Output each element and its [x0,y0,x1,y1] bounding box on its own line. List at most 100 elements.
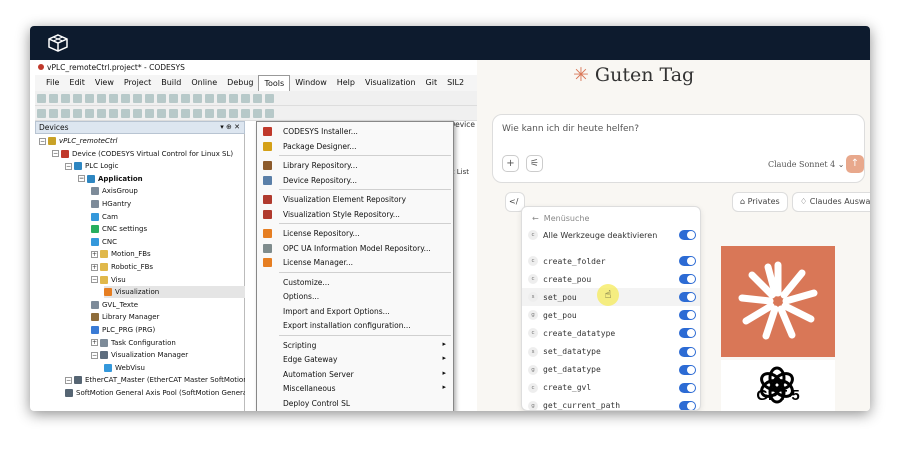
tool-toggle[interactable] [679,256,696,266]
tree-item[interactable]: − PLC Logic [65,160,119,172]
tool-row-create-folder[interactable]: c create_folder [522,252,700,270]
tools-menu-item[interactable]: Visualization Element Repository [257,192,453,206]
tree-item[interactable]: AxisGroup [91,185,138,197]
tree-item[interactable]: − vPLC_remoteCtrl [39,135,117,147]
tool-toggle[interactable] [679,400,696,410]
tree-item[interactable]: − Application [78,173,143,185]
tools-search[interactable]: ← Menüsuche [532,214,589,223]
tree-item[interactable]: Cam [91,211,118,223]
tree-item[interactable]: − Device (CODESYS Virtual Control for Lin… [52,148,233,160]
tree-item[interactable]: Library Manager [91,311,159,323]
model-selector[interactable]: Claude Sonnet 4 ⌄ [768,160,844,169]
tree-node-icon [91,200,99,208]
menu-help[interactable]: Help [332,75,360,91]
tool-row-create-gvl[interactable]: c create_gvl [522,379,700,397]
tools-menu-item[interactable]: Scripting ▸ [257,338,453,352]
tools-menu-item[interactable]: Automation Server ▸ [257,367,453,381]
tools-menu-item[interactable]: Visualization Style Repository... [257,207,453,221]
tools-menu-item[interactable]: License Repository... [257,226,453,240]
tools-menu-item[interactable]: Export installation configuration... [257,318,453,332]
menu-view[interactable]: View [90,75,119,91]
panel-controls[interactable]: ▾ ⊕ ✕ [220,123,240,131]
tools-menu-item[interactable]: Deploy Control SL [257,396,453,410]
tools-menu-item[interactable]: Options... [257,289,453,303]
chip-claudes-auswahl[interactable]: ♢ Claudes Auswahl [792,192,870,212]
tools-menu-item[interactable]: Package Designer... [257,139,453,153]
tree-item[interactable]: − EtherCAT_Master (EtherCAT Master SoftMo… [65,374,250,386]
tool-toggle[interactable] [679,364,696,375]
send-button[interactable]: ↑ [846,155,864,173]
add-attachment-button[interactable]: + [502,155,519,172]
tool-toggle[interactable] [679,310,696,321]
menu-visualization[interactable]: Visualization [360,75,421,91]
expand-icon[interactable]: + [91,339,98,347]
tree-item[interactable]: + Robotic_FBs [91,261,153,273]
tools-popup: ← Menüsuche c Alle Werkzeuge deaktiviere… [521,206,701,411]
greeting-text: Guten Tag [594,64,695,86]
window-title: vPLC_remoteCtrl.project* - CODESYS [47,63,185,72]
collapse-icon[interactable]: − [91,276,98,284]
tools-menu-item[interactable]: Import and Export Options... [257,304,453,318]
menu-window[interactable]: Window [290,75,332,91]
disable-all-tools-row[interactable]: c Alle Werkzeuge deaktivieren [522,226,700,244]
tools-menu-item[interactable]: Customize... [257,275,453,289]
collapse-icon[interactable]: − [52,150,59,158]
tree-item[interactable]: − Visu [91,274,126,286]
menu-debug[interactable]: Debug [222,75,258,91]
collapse-icon[interactable]: − [65,162,72,170]
tools-menu-item[interactable]: Miscellaneous ▸ [257,381,453,395]
expand-icon[interactable]: + [91,250,98,258]
collapse-icon[interactable]: − [91,351,98,359]
chip-privates[interactable]: ⌂ Privates [732,192,788,212]
tree-item[interactable]: Visualization [104,286,245,299]
tree-item[interactable]: PLC_PRG (PRG) [91,324,155,336]
menu-git[interactable]: Git [421,75,443,91]
chat-input-placeholder[interactable]: Wie kann ich dir heute helfen? [502,124,639,134]
menu-build[interactable]: Build [156,75,186,91]
tree-item[interactable]: SoftMotion General Axis Pool (SoftMotion… [65,387,252,399]
chat-input-box[interactable]: Wie kann ich dir heute helfen? + ⚟ Claud… [492,114,865,183]
tool-name: get_datatype [543,365,601,375]
menu-item-icon [263,141,272,151]
tool-toggle[interactable] [679,382,696,393]
collapse-icon[interactable]: − [65,376,72,384]
tools-menu-item[interactable]: CODESYS Installer... [257,124,453,138]
tree-item[interactable]: + Motion_FBs [91,248,151,260]
menu-sil2[interactable]: SIL2 [442,75,469,91]
tree-item[interactable]: CNC settings [91,223,147,235]
menu-online[interactable]: Online [186,75,222,91]
tool-row-get-current-path[interactable]: g get_current_path [522,397,700,410]
collapse-icon[interactable]: − [39,137,46,145]
expand-icon[interactable]: + [91,263,98,271]
submenu-arrow-icon: ▸ [442,354,446,362]
tools-menu-item[interactable]: OPC UA Information Model Repository... [257,241,453,255]
disable-all-toggle[interactable] [679,230,696,240]
menu-file[interactable]: File [41,75,64,91]
tool-row-get-pou[interactable]: g get_pou [522,306,700,324]
menu-tools[interactable]: Tools [258,75,291,91]
tree-item[interactable]: HGantry [91,198,131,210]
menu-project[interactable]: Project [119,75,156,91]
tree-item[interactable]: + Task Configuration [91,337,176,349]
collapse-icon[interactable]: − [78,175,85,183]
tool-toggle[interactable] [679,274,696,285]
menu-edit[interactable]: Edit [64,75,90,91]
back-arrow-icon[interactable]: ← [532,214,539,223]
tools-menu-item[interactable]: Test Manager [257,410,453,411]
tools-settings-button[interactable]: ⚟ [526,155,543,172]
tool-toggle[interactable] [679,292,696,303]
tools-menu-item[interactable]: License Manager... [257,255,453,269]
tool-row-create-datatype[interactable]: c create_datatype [522,324,700,342]
tools-menu-item[interactable]: Device Repository... [257,173,453,187]
tools-menu-item[interactable]: Edge Gateway ▸ [257,352,453,366]
codesys-window: vPLC_remoteCtrl.project* - CODESYS File E… [35,60,477,411]
tool-toggle[interactable] [679,328,696,339]
tree-item[interactable]: − Visualization Manager [91,349,188,361]
tree-item[interactable]: CNC [91,236,117,248]
tree-item[interactable]: GVL_Texte [91,299,138,311]
tools-menu-item[interactable]: Library Repository... [257,158,453,172]
tool-row-set-datatype[interactable]: s set_datatype [522,343,700,361]
tool-row-get-datatype[interactable]: g get_datatype [522,361,700,379]
tool-toggle[interactable] [679,346,696,357]
tree-item[interactable]: WebVisu [104,362,145,374]
